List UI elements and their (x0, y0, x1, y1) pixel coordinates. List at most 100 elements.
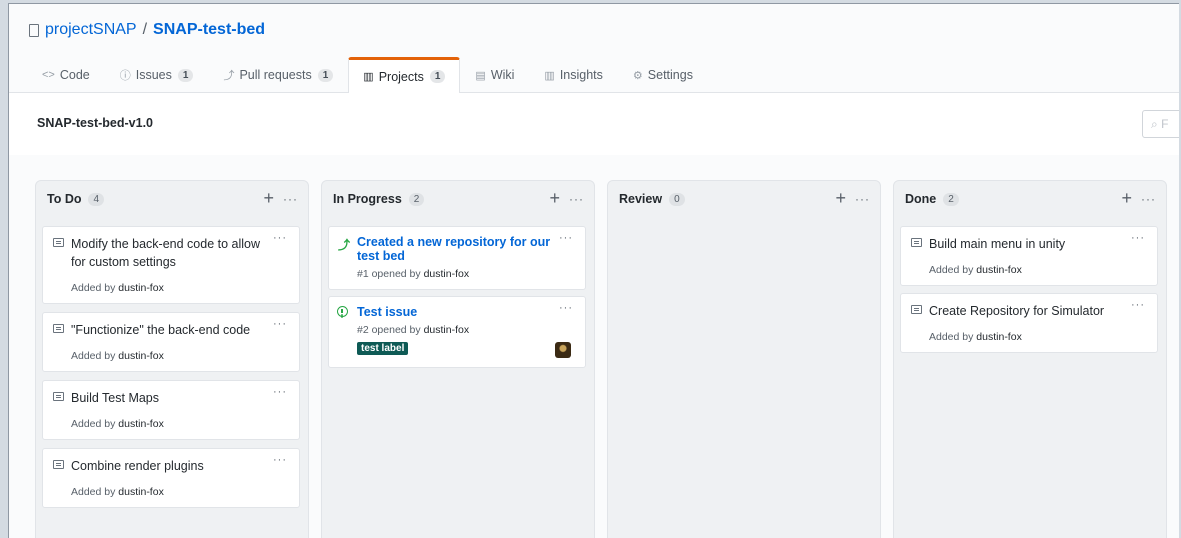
project-card[interactable]: Modify the back-end code to allow for cu… (42, 226, 300, 304)
column-count-badge: 0 (669, 192, 685, 206)
issue-label[interactable]: test label (357, 342, 409, 355)
card-menu-button[interactable]: ··· (273, 318, 287, 330)
card-menu-button[interactable]: ··· (559, 232, 573, 244)
project-header: SNAP-test-bed-v1.0 ⌕ F (9, 93, 1179, 156)
tab-settings[interactable]: ⚙ Settings (618, 57, 708, 92)
counter-badge: 1 (317, 68, 334, 82)
project-card[interactable]: Combine render plugins Added by dustin-f… (42, 448, 300, 508)
column-title: Review (619, 192, 663, 206)
card-menu-button[interactable]: ··· (1131, 232, 1145, 244)
tab-projects[interactable]: ▥ Projects 1 (348, 57, 461, 93)
project-icon: ▥ (363, 71, 374, 83)
card-meta: Added by dustin-fox (71, 418, 164, 430)
add-card-button[interactable]: + (835, 188, 846, 209)
card-menu-button[interactable]: ··· (273, 386, 287, 398)
git-pull-request-icon: ⤴ (223, 70, 235, 82)
column-title: Done (905, 192, 937, 206)
note-icon (53, 392, 64, 401)
author-link[interactable]: dustin-fox (424, 268, 470, 280)
column-to-do: To Do 4 + ··· Modify the back-end code t… (35, 180, 309, 538)
card-menu-button[interactable]: ··· (273, 232, 287, 244)
card-meta: Added by dustin-fox (929, 264, 1022, 276)
filter-placeholder: F (1161, 117, 1169, 131)
added-by-label: Added by (71, 282, 116, 294)
card-meta: #1 opened by dustin-fox (357, 268, 469, 280)
column-title: To Do (47, 192, 82, 206)
author-link[interactable]: dustin-fox (118, 282, 164, 294)
git-pull-request-icon: ⤴ (338, 238, 351, 252)
note-icon (911, 305, 922, 314)
tab-label: Pull requests (239, 68, 312, 82)
tab-insights[interactable]: ▥ Insights (529, 57, 618, 92)
author-link[interactable]: dustin-fox (976, 331, 1022, 343)
issue-opened-icon (337, 306, 348, 317)
add-card-button[interactable]: + (1121, 188, 1132, 209)
tab-code[interactable]: <> Code (27, 57, 105, 92)
column-header: Review 0 (619, 192, 685, 206)
project-name: SNAP-test-bed-v1.0 (37, 116, 153, 130)
column-done: Done 2 + ··· Build main menu in unity Ad… (893, 180, 1167, 538)
repo-tabs: <> Code ⓘ Issues 1 ⤴ Pull requests 1 ▥ P… (27, 57, 708, 93)
pull-request-card[interactable]: ⤴ Created a new repository for our test … (328, 226, 586, 290)
note-icon (53, 238, 64, 247)
added-by-label: Added by (929, 331, 974, 343)
project-board: To Do 4 + ··· Modify the back-end code t… (9, 155, 1179, 538)
tab-label: Insights (559, 68, 603, 82)
card-menu-button[interactable]: ··· (1131, 299, 1145, 311)
column-menu-button[interactable]: ··· (1141, 192, 1156, 206)
column-title: In Progress (333, 192, 402, 206)
author-link[interactable]: dustin-fox (976, 264, 1022, 276)
column-menu-button[interactable]: ··· (569, 192, 584, 206)
card-title: Modify the back-end code to allow for cu… (71, 237, 260, 269)
card-meta: Added by dustin-fox (71, 486, 164, 498)
author-link[interactable]: dustin-fox (118, 418, 164, 430)
column-actions: + ··· (835, 188, 870, 209)
added-by-label: Added by (71, 486, 116, 498)
gear-icon: ⚙ (632, 69, 643, 82)
column-count-badge: 4 (88, 192, 105, 206)
author-link[interactable]: dustin-fox (118, 350, 164, 362)
counter-badge: 1 (177, 68, 194, 82)
project-card[interactable]: Build Test Maps Added by dustin-fox ··· (42, 380, 300, 440)
repo-name-link[interactable]: SNAP-test-bed (153, 21, 265, 39)
card-title-link[interactable]: Test issue (357, 305, 557, 319)
card-menu-button[interactable]: ··· (273, 454, 287, 466)
column-actions: + ··· (263, 188, 298, 209)
card-title: Combine render plugins (71, 459, 204, 473)
tab-issues[interactable]: ⓘ Issues 1 (105, 57, 209, 92)
project-card[interactable]: Create Repository for Simulator Added by… (900, 293, 1158, 353)
card-meta: Added by dustin-fox (929, 331, 1022, 343)
counter-badge: 1 (429, 70, 446, 83)
card-title: Build main menu in unity (929, 237, 1066, 251)
code-icon: <> (42, 69, 55, 81)
author-link[interactable]: dustin-fox (424, 324, 470, 336)
column-in-progress: In Progress 2 + ··· ⤴ Created a new repo… (321, 180, 595, 538)
card-title: Create Repository for Simulator (929, 304, 1105, 318)
column-menu-button[interactable]: ··· (283, 192, 298, 206)
column-menu-button[interactable]: ··· (855, 192, 870, 206)
tab-label: Projects (378, 69, 424, 84)
tab-pull-requests[interactable]: ⤴ Pull requests 1 (208, 57, 348, 92)
tab-label: Settings (647, 68, 693, 82)
issue-card[interactable]: Test issue #2 opened by dustin-fox test … (328, 296, 586, 368)
add-card-button[interactable]: + (263, 188, 274, 209)
assignee-avatar[interactable] (555, 342, 571, 358)
card-menu-button[interactable]: ··· (559, 302, 573, 314)
repo-separator: / (142, 21, 148, 38)
project-card[interactable]: "Functionize" the back-end code Added by… (42, 312, 300, 372)
opened-by-label: #1 opened by (357, 268, 421, 280)
tab-wiki[interactable]: ▤ Wiki (460, 57, 529, 92)
tab-label: Issues (135, 68, 172, 82)
added-by-label: Added by (929, 264, 974, 276)
column-count-badge: 2 (408, 192, 425, 206)
project-card[interactable]: Build main menu in unity Added by dustin… (900, 226, 1158, 286)
tab-label: Code (59, 68, 90, 82)
filter-cards-input[interactable]: ⌕ F (1142, 110, 1179, 138)
add-card-button[interactable]: + (549, 188, 560, 209)
card-meta: Added by dustin-fox (71, 350, 164, 362)
author-link[interactable]: dustin-fox (118, 486, 164, 498)
column-header: In Progress 2 (333, 192, 425, 206)
repo-owner-link[interactable]: projectSNAP (45, 21, 137, 39)
card-title-link[interactable]: Created a new repository for our test be… (357, 235, 557, 263)
note-icon (53, 324, 64, 333)
